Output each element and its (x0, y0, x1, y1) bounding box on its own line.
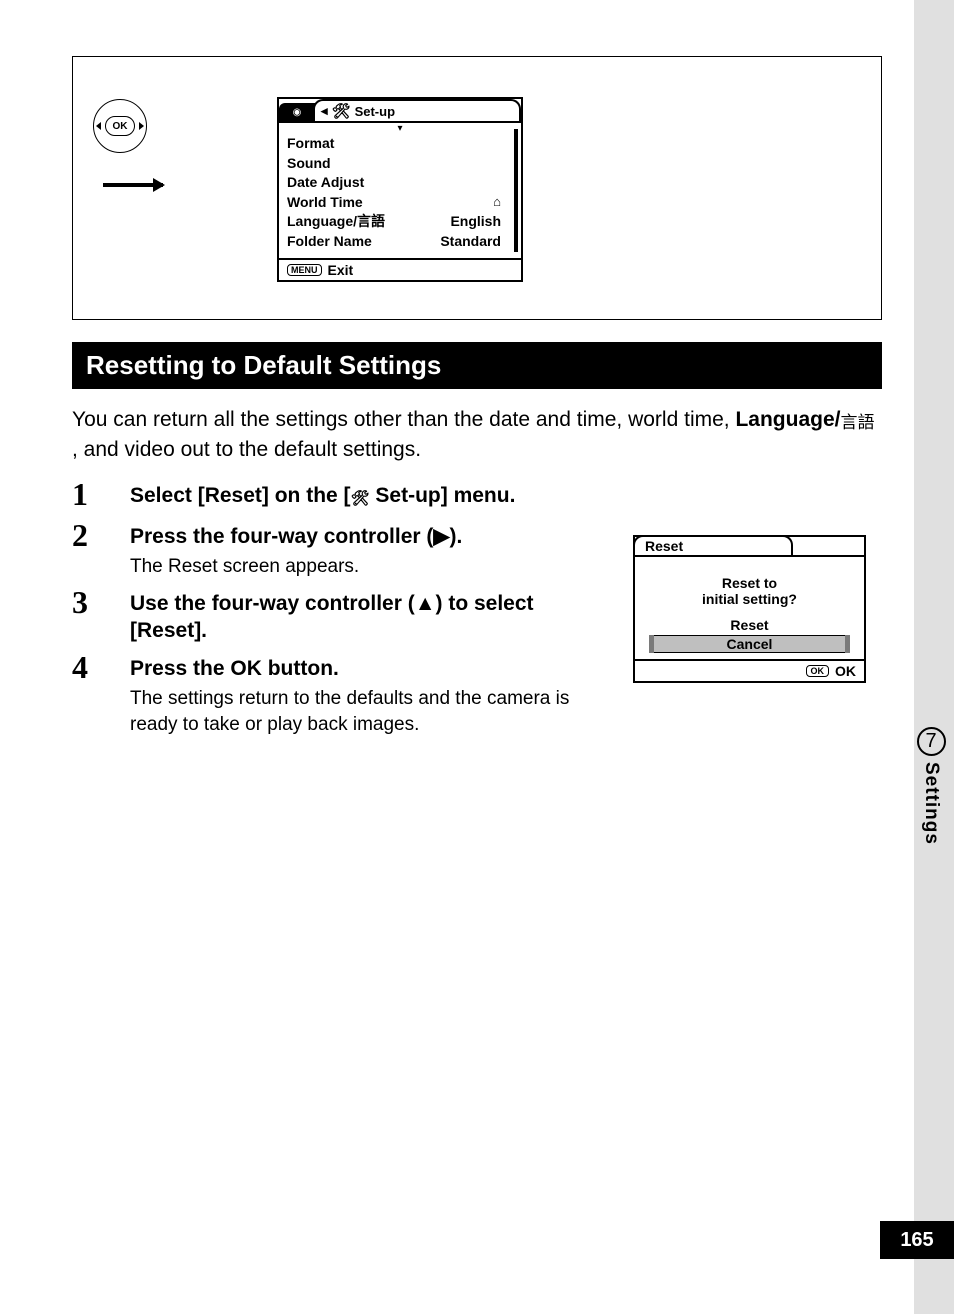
controller-icon: OK (93, 99, 163, 187)
camera-tab-icon: ◉ (279, 103, 315, 121)
reset-line2: initial setting? (643, 591, 856, 607)
reset-tab-label: Reset (633, 535, 793, 555)
language-bold: Language/ (735, 408, 840, 431)
menu-item-folder-name: Folder Name Standard (287, 232, 513, 252)
exit-label: Exit (328, 262, 354, 278)
setup-tab: ◂🛠 Set-up (313, 99, 521, 121)
arrow-icon (103, 183, 163, 187)
step-number: 3 (72, 584, 130, 645)
wrench-icon: 🛠 (351, 489, 370, 509)
menu-item-sound: Sound (287, 154, 513, 174)
step-number: 1 (72, 476, 130, 513)
menu-item-date-adjust: Date Adjust (287, 173, 513, 193)
menu-item-format: Format (287, 134, 513, 154)
scrollbar (514, 129, 518, 252)
step-sub: The settings return to the defaults and … (130, 686, 570, 737)
reset-screen-illustration: Reset Reset to initial setting? Reset Ca… (633, 535, 866, 683)
reset-option: Reset (643, 617, 856, 633)
gengo-text: 言語 (840, 411, 874, 435)
illustration-setup-menu: OK ◉ ◂🛠 Set-up ▾ Format Sound (72, 56, 882, 320)
step-title: Use the four-way controller (▲) to selec… (130, 590, 570, 645)
menu-button-label: MENU (287, 264, 322, 276)
setup-menu-screen: ◉ ◂🛠 Set-up ▾ Format Sound Date Adjust (277, 97, 523, 282)
step-1: 1 Select [Reset] on the [🛠 Set-up] menu. (72, 476, 882, 513)
step-title: Press the four-way controller (▶). (130, 523, 570, 550)
scroll-down-icon: ▾ (287, 123, 513, 134)
step-title: Select [Reset] on the [🛠 Set-up] menu. (130, 482, 570, 509)
step-title: Press the OK button. (130, 655, 570, 682)
step-number: 2 (72, 517, 130, 580)
home-icon: ⌂ (493, 193, 501, 213)
ok-button-label: OK (105, 116, 135, 136)
wrench-icon: 🛠 (332, 102, 351, 120)
section-heading: Resetting to Default Settings (72, 342, 882, 389)
menu-item-world-time: World Time ⌂ (287, 193, 513, 213)
intro-text: You can return all the settings other th… (72, 405, 882, 464)
step-number: 4 (72, 649, 130, 738)
ok-footer-label: OK (835, 663, 856, 679)
ok-button-icon: OK (806, 665, 830, 677)
step-sub: The Reset screen appears. (130, 554, 570, 580)
setup-tab-label: Set-up (355, 104, 395, 119)
menu-item-language: Language/言語 English (287, 212, 513, 232)
cancel-option-highlighted: Cancel (653, 635, 846, 653)
reset-line1: Reset to (643, 575, 856, 591)
